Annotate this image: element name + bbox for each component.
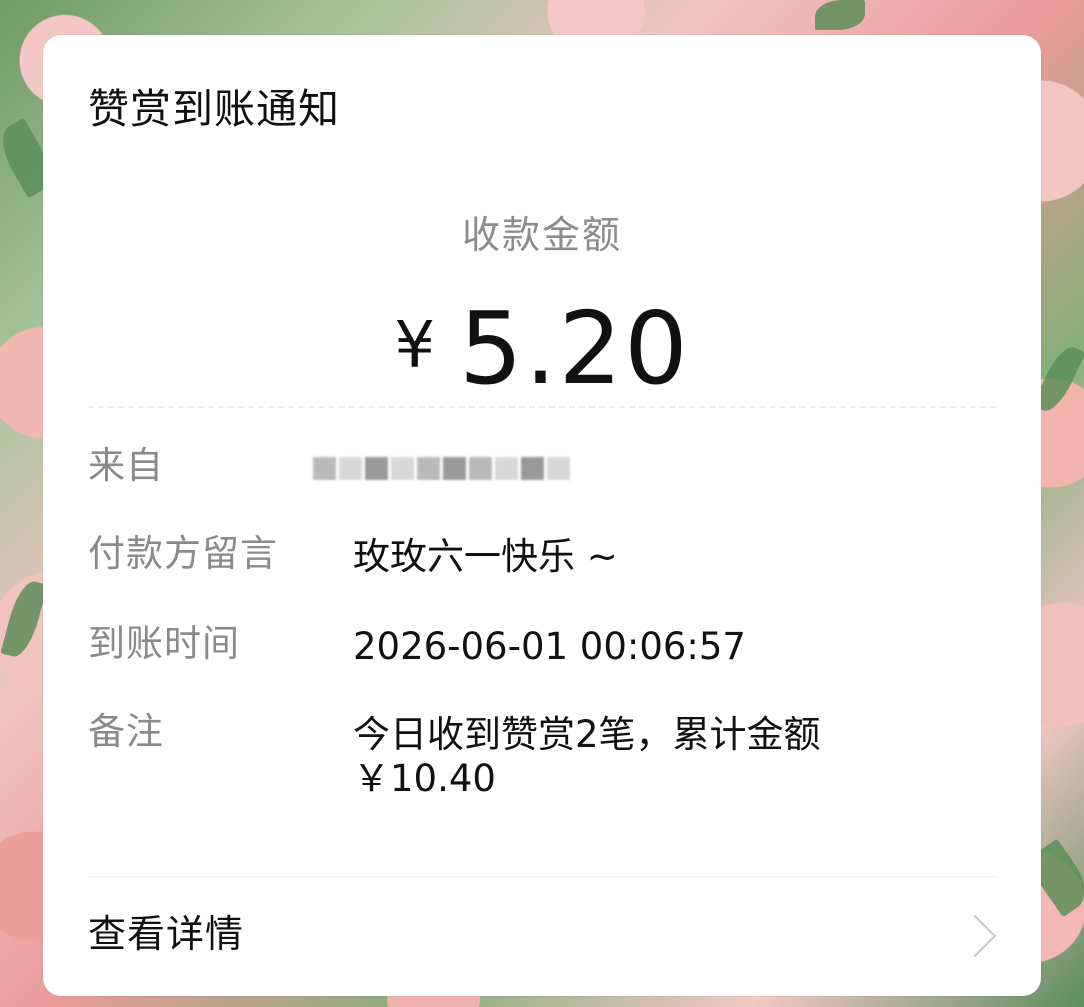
amount-number: 5.20 [459,290,690,407]
section-divider [88,876,996,877]
chevron-right-icon [953,914,997,958]
background-leaf [0,577,48,661]
note-label: 备注 [88,710,164,753]
arrival-time-label: 到账时间 [88,622,240,665]
dashed-divider [88,406,996,408]
arrival-time-value: 2026-06-01 00:06:57 [353,625,746,668]
note-value: 今日收到赞赏2笔，累计金额 ￥10.40 [353,713,821,801]
currency-symbol: ¥ [394,309,438,383]
amount-value: ¥5.20 [43,299,1041,399]
from-label: 来自 [88,444,164,487]
amount-label: 收款金额 [461,213,622,257]
notification-card: 赞赏到账通知 收款金额 ¥5.20 来自 付款方留言 玫玫六一快乐 ~ 到账时间… [43,35,1041,996]
payer-message-value: 玫玫六一快乐 ~ [353,535,618,578]
redacted-sender [313,447,613,491]
view-details-button[interactable]: 查看详情 [88,912,997,967]
notification-title: 赞赏到账通知 [88,85,340,133]
view-details-label: 查看详情 [88,912,245,956]
payer-message-label: 付款方留言 [88,532,278,575]
background-leaf [815,0,865,30]
